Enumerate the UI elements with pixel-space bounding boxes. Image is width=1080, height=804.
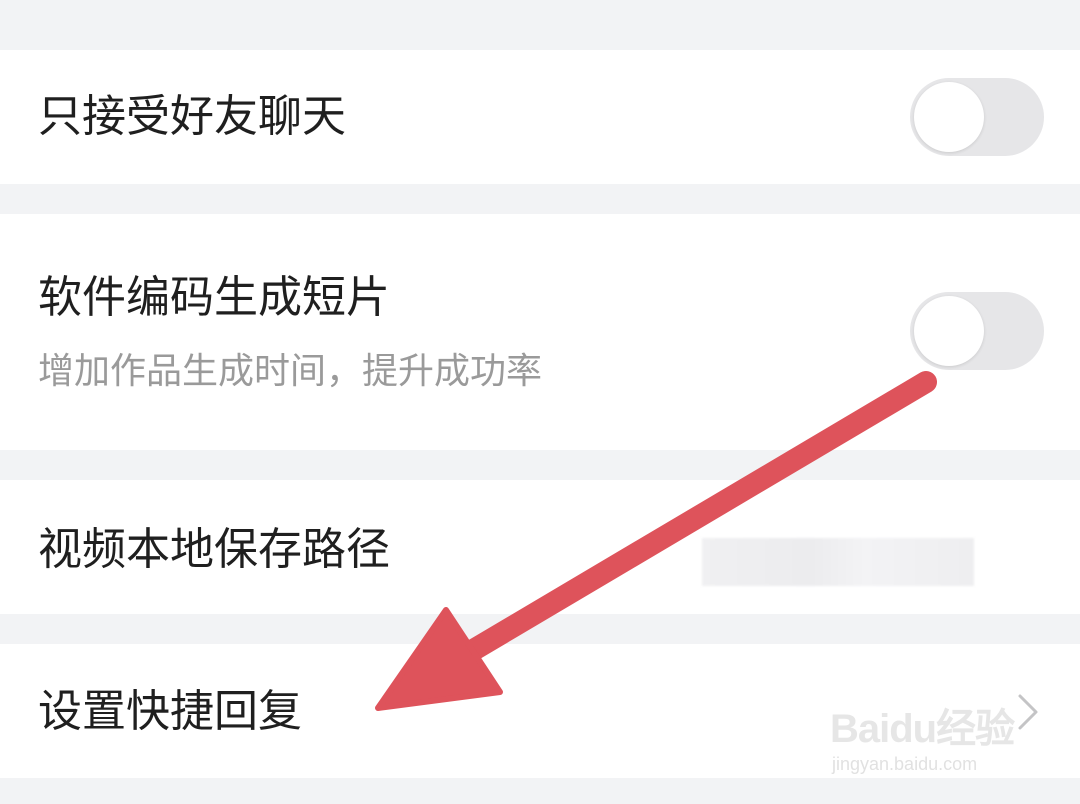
setting-row-friends-only-chat[interactable]: 只接受好友聊天 <box>0 50 1080 184</box>
setting-label: 视频本地保存路径 <box>38 524 390 575</box>
toggle-knob <box>914 296 984 366</box>
setting-label: 只接受好友聊天 <box>38 91 346 142</box>
setting-row-software-encoding[interactable]: 软件编码生成短片 增加作品生成时间，提升成功率 <box>0 214 1080 450</box>
setting-description: 增加作品生成时间，提升成功率 <box>38 351 543 392</box>
baidu-jingyan-watermark: Baidu经验 jingyan.baidu.com <box>830 688 1030 788</box>
watermark-brand: Baidu经验 <box>830 707 1015 751</box>
setting-label: 设置快捷回复 <box>38 686 302 737</box>
watermark-url: jingyan.baidu.com <box>832 754 978 774</box>
software-encoding-toggle[interactable] <box>910 292 1044 370</box>
toggle-knob <box>914 82 984 152</box>
save-path-value-redacted <box>702 538 974 586</box>
setting-label: 软件编码生成短片 <box>38 272 390 323</box>
friends-only-chat-toggle[interactable] <box>910 78 1044 156</box>
